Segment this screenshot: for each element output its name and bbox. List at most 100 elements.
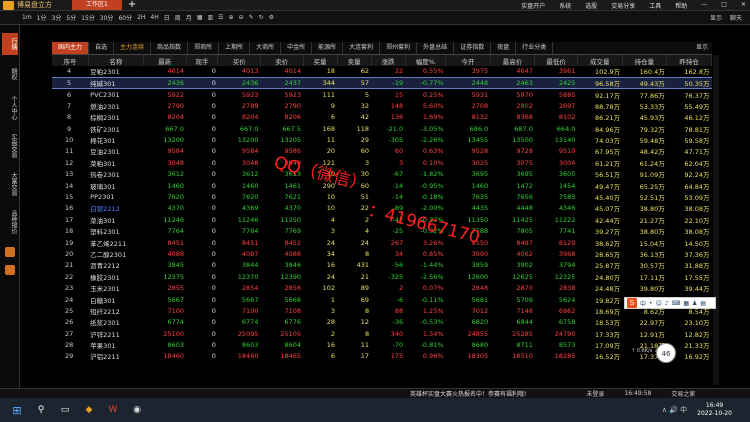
table-row[interactable]: 7 燃油2301 2790 0 2789 2790 9 32 148 5.60% 2708 2802 2… — [52, 100, 712, 111]
column-header[interactable]: 卖量 — [337, 55, 372, 66]
table-row[interactable]: 19 苯乙烯2211 8451 0 8451 8452 24 24 267 3.26% 8150 84… — [52, 237, 712, 248]
period-2h[interactable]: 2H — [137, 14, 145, 21]
chart-icon[interactable]: ▥ — [207, 14, 213, 21]
tab-shfe[interactable]: 上期所 — [219, 42, 251, 54]
status-user[interactable]: 未登录 — [586, 389, 604, 398]
table-row[interactable]: 4 豆粕2301 4014 0 4013 4014 18 62 22 0.55% 3975 4047 3… — [52, 66, 712, 77]
sidebar-item-market[interactable]: 行情 — [2, 33, 18, 55]
tab-ine[interactable]: 能源所 — [312, 42, 344, 54]
wps-icon[interactable]: W — [106, 403, 120, 417]
table-row[interactable]: 20 乙二醇2301 4088 0 4087 4088 34 8 34 0.85% 3990 4062… — [52, 248, 712, 259]
sidebar-item-quotes[interactable]: 品种报价 — [2, 207, 18, 237]
tab-foreign-summary[interactable]: 外盘总结 — [417, 42, 455, 54]
period-1m[interactable]: 1m — [22, 14, 32, 21]
table-row[interactable]: 6 PVC2301 5922 0 5923 5923 111 5 15 0.25% 5931 5970… — [52, 89, 712, 100]
refresh-icon[interactable]: ↻ — [259, 14, 264, 21]
table-row[interactable]: 25 短纤2212 7100 0 7100 7108 3 8 88 1.25% 7012 7148 69… — [52, 305, 712, 316]
column-header[interactable]: 序号 — [52, 55, 89, 66]
ime-keyboard-icon[interactable]: ⌨ — [672, 300, 681, 307]
table-row[interactable]: 13 热卷2301 3612 0 3612 3613 30 30 -67 -1.82% 3695 36… — [52, 169, 712, 180]
ime-emoji-icon[interactable]: ☺ — [656, 300, 662, 307]
search-icon[interactable]: ⚲ — [34, 403, 48, 417]
table-row[interactable]: 12 菜粕301 3048 0 3048 3049 121 3 3 0.10% 3025 3075 30… — [52, 157, 712, 168]
tab-securities-index[interactable]: 证券指数 — [454, 42, 492, 54]
add-tab-button[interactable]: + — [128, 0, 136, 10]
sidebar-item-live-trade[interactable]: 实盘交易 — [2, 131, 18, 161]
period-1min[interactable]: 1分 — [37, 13, 47, 22]
list-icon[interactable]: ☰ — [218, 14, 223, 21]
table-row[interactable]: 15 PP2301 7620 0 7620 7621 10 51 -14 -0.18% 7635 76… — [52, 191, 712, 202]
task-view-icon[interactable]: ▭ — [58, 403, 72, 417]
ime-skin-icon[interactable]: ▦ — [683, 300, 689, 307]
browser-icon[interactable]: ◉ — [130, 403, 144, 417]
ime-voice-icon[interactable]: ♪ — [665, 300, 669, 307]
table-row[interactable]: 11 豆油2301 9584 0 9584 9586 20 60 60 0.63% 9528 9728… — [52, 146, 712, 157]
close-icon[interactable]: ✕ — [741, 1, 746, 10]
column-header[interactable]: 成交量 — [577, 55, 623, 66]
period-15min[interactable]: 15分 — [81, 13, 95, 22]
table-row[interactable]: 26 纸浆2301 6774 0 6774 6776 28 12 -36 -0.53% 6820 68… — [52, 317, 712, 328]
ime-tools-icon[interactable]: ♟ — [692, 300, 697, 307]
table-row[interactable]: 18 塑料2301 7764 0 7764 7769 3 4 -25 -0.32% 7788 7805… — [52, 225, 712, 236]
app-icon[interactable] — [5, 247, 15, 257]
table-row[interactable]: 24 白糖301 5667 0 5667 5668 1 69 -6 -0.11% 5681 5709 5… — [52, 294, 712, 305]
column-header[interactable]: 持仓量 — [622, 55, 668, 66]
period-month[interactable]: 月 — [186, 13, 192, 22]
grid-icon[interactable]: ▦ — [197, 14, 203, 21]
period-3min[interactable]: 3分 — [52, 13, 62, 22]
table-row[interactable]: 14 玻璃301 1460 0 1460 1461 290 60 -14 -0.95% 1460 14… — [52, 180, 712, 191]
menu-help[interactable]: 帮助 — [675, 1, 687, 10]
tab-commodity-index[interactable]: 商品指数 — [151, 42, 189, 54]
sidebar-item-rich-trade[interactable]: 大富交易 — [2, 169, 18, 199]
column-header[interactable]: 最高价 — [490, 55, 536, 66]
zoom-out-icon[interactable]: ⊖ — [239, 14, 244, 21]
tab-watchlist[interactable]: 自选 — [89, 42, 115, 54]
period-day[interactable]: 日 — [164, 13, 170, 22]
menu-trade-share[interactable]: 交易分享 — [611, 1, 635, 10]
table-row[interactable]: 22 橡胶2301 12375 0 12370 12390 24 21 -325 -2.56% 12… — [52, 271, 712, 282]
maximize-icon[interactable]: □ — [721, 1, 727, 10]
column-header[interactable]: 涨跌 — [371, 55, 406, 66]
workspace-tab[interactable]: 工作区1 — [72, 0, 122, 10]
tool-icon[interactable] — [5, 265, 15, 275]
period-4h[interactable]: 4H — [150, 14, 158, 21]
tab-cffex[interactable]: 中金所 — [281, 42, 313, 54]
tab-industry[interactable]: 行业分类 — [516, 42, 554, 54]
zoom-in-icon[interactable]: ⊕ — [229, 14, 234, 21]
tabs-display-button[interactable]: 显示 — [696, 42, 712, 54]
tab-dce[interactable]: 大商所 — [250, 42, 282, 54]
table-row[interactable]: 16 白银2212 4370 0 4369 4370 10 22 -89 -2.00% 4435 44… — [52, 203, 712, 214]
period-60min[interactable]: 60分 — [118, 13, 132, 22]
sogou-ime-icon[interactable]: S — [627, 298, 637, 308]
column-header[interactable]: 最低价 — [534, 55, 578, 66]
menu-tools[interactable]: 工具 — [649, 1, 661, 10]
period-5min[interactable]: 5分 — [66, 13, 76, 22]
table-row[interactable]: 27 沪锌2211 25100 0 25095 25105 2 8 340 1.34% 24855 2… — [52, 328, 712, 339]
table-row[interactable]: 10 棉花301 13200 0 13200 13205 11 29 -305 -2.26% 134… — [52, 134, 712, 145]
column-header[interactable]: 名称 — [88, 55, 144, 66]
period-week[interactable]: 周 — [175, 13, 181, 22]
menu-system[interactable]: 系统 — [559, 1, 571, 10]
draw-icon[interactable]: ✎ — [249, 14, 254, 21]
trading-app-icon[interactable]: ◆ — [82, 403, 96, 417]
table-row[interactable]: 29 沪铝2211 18460 0 18460 18465 6 17 175 0.96% 18305… — [52, 351, 712, 362]
column-header[interactable]: 昨持仓 — [666, 55, 712, 66]
table-row[interactable]: 21 沥青2212 3845 0 3844 3846 16 431 -56 -1.44% 3859 3… — [52, 260, 712, 271]
sidebar-item-options[interactable]: 期权 — [2, 63, 18, 85]
settings-icon[interactable]: ⚙ — [269, 14, 274, 21]
display-button[interactable]: 显示 — [710, 13, 722, 22]
period-30min[interactable]: 30分 — [100, 13, 114, 22]
column-header[interactable]: 买量 — [303, 55, 338, 66]
tab-zce[interactable]: 郑商所 — [188, 42, 220, 54]
column-header[interactable]: 最新 — [143, 55, 187, 66]
sidebar-item-personal[interactable]: 个人中心 — [2, 93, 18, 123]
float-accelerator-button[interactable]: 46 — [656, 343, 676, 363]
status-notice[interactable]: 英雄杯实盘大赛火热报名中！参赛有福利哦! — [410, 389, 526, 398]
column-header[interactable]: 今开 — [445, 55, 491, 66]
minimize-icon[interactable]: — — [701, 1, 707, 10]
table-row[interactable]: 23 玉米2301 2855 0 2854 2856 102 89 2 0.07% 2848 2870… — [52, 282, 712, 293]
tab-domestic-main[interactable]: 国内主力 — [52, 42, 90, 54]
menu-stock-pick[interactable]: 选股 — [585, 1, 597, 10]
tab-night[interactable]: 夜盘 — [491, 42, 517, 54]
ime-menu-icon[interactable]: ▤ — [700, 300, 706, 307]
